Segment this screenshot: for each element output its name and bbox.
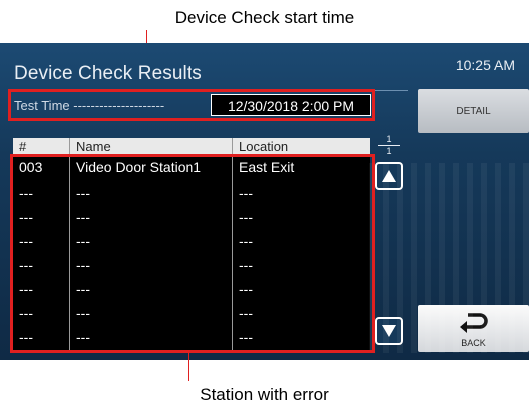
cell-number: --- <box>13 302 70 326</box>
column-header-name: Name <box>70 138 233 156</box>
table-row[interactable]: --- --- --- <box>13 326 370 350</box>
cell-name: --- <box>70 278 233 302</box>
device-check-screen: Device Check Results 10:25 AM Test Time … <box>0 43 529 360</box>
cell-name: --- <box>70 182 233 206</box>
cell-number: --- <box>13 326 70 350</box>
table-header: # Name Location <box>13 138 370 156</box>
title-divider <box>8 90 408 91</box>
cell-name: --- <box>70 302 233 326</box>
cell-location: --- <box>239 281 253 297</box>
test-time-label: Test Time --------------------- <box>14 98 165 113</box>
cell-location: East Exit <box>239 159 295 175</box>
annotation-bottom-label: Station with error <box>200 385 329 404</box>
cell-name: Video Door Station1 <box>70 156 233 182</box>
table-row[interactable]: --- --- --- <box>13 206 370 230</box>
annotation-bottom-leader <box>188 353 189 381</box>
clock: 10:25 AM <box>455 57 515 73</box>
test-time-value: 12/30/2018 2:00 PM <box>211 94 371 116</box>
detail-button[interactable]: DETAIL <box>418 89 529 133</box>
cell-name: --- <box>70 254 233 278</box>
column-header-location: Location <box>239 139 289 154</box>
results-table: # Name Location 003 Video Door Station1 … <box>13 138 370 350</box>
cell-number: --- <box>13 206 70 230</box>
triangle-down-icon <box>382 325 396 337</box>
page-indicator: 1 1 <box>376 135 402 156</box>
cell-number: --- <box>13 230 70 254</box>
column-header-number: # <box>13 138 70 156</box>
table-body: 003 Video Door Station1 East Exit --- --… <box>13 156 370 350</box>
cell-location: --- <box>239 257 253 273</box>
triangle-up-icon <box>382 170 396 182</box>
table-row[interactable]: --- --- --- <box>13 230 370 254</box>
cell-name: --- <box>70 206 233 230</box>
scroll-down-button[interactable] <box>375 317 403 345</box>
table-row[interactable]: 003 Video Door Station1 East Exit <box>13 156 370 182</box>
cell-location: --- <box>239 305 253 321</box>
table-row[interactable]: --- --- --- <box>13 302 370 326</box>
cell-location: --- <box>239 329 253 345</box>
test-time-row: Test Time --------------------- 12/30/20… <box>11 92 372 119</box>
cell-number: --- <box>13 278 70 302</box>
back-label: BACK <box>461 338 486 348</box>
cell-number: 003 <box>13 156 70 182</box>
table-row[interactable]: --- --- --- <box>13 182 370 206</box>
cell-location: --- <box>239 233 253 249</box>
back-button[interactable]: BACK <box>418 305 529 352</box>
table-row[interactable]: --- --- --- <box>13 254 370 278</box>
page-title: Device Check Results <box>14 63 202 84</box>
cell-number: --- <box>13 182 70 206</box>
page-total: 1 <box>386 146 392 156</box>
table-row[interactable]: --- --- --- <box>13 278 370 302</box>
page-current: 1 <box>386 134 392 144</box>
cell-name: --- <box>70 326 233 350</box>
scroll-up-button[interactable] <box>375 162 403 190</box>
cell-name: --- <box>70 230 233 254</box>
cell-location: --- <box>239 209 253 225</box>
annotation-top-label: Device Check start time <box>174 8 355 27</box>
return-arrow-icon <box>460 313 488 333</box>
cell-location: --- <box>239 185 253 201</box>
cell-number: --- <box>13 254 70 278</box>
